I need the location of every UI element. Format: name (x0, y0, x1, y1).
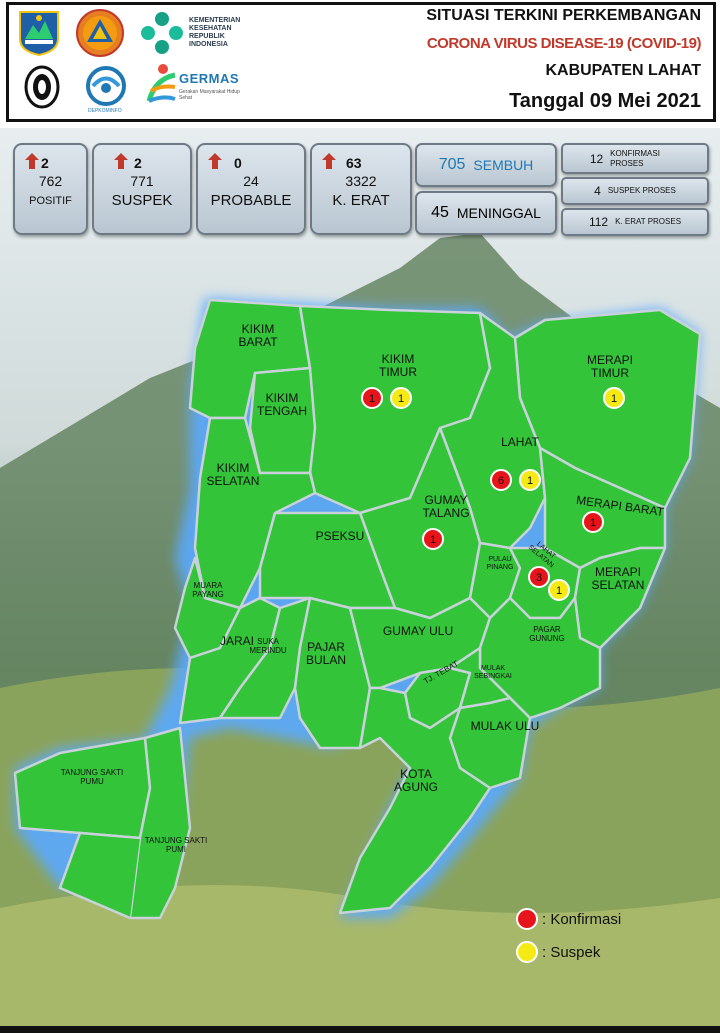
legend-suspek-dot (516, 941, 538, 963)
kontak-erat-proses-label: K. ERAT PROSES (615, 217, 682, 226)
region-merapi-selatan (573, 546, 667, 650)
label-tanjung-sakti-pumu: TANJUNG SAKTI PUMU (60, 768, 124, 786)
legend-konfirmasi-dot (516, 908, 538, 930)
legend-suspek-label: : Suspek (542, 943, 601, 961)
probable-total: 24 (243, 173, 259, 189)
arrow-up-icon (322, 153, 336, 169)
stat-positif: 2 762 POSITIF (13, 143, 88, 235)
sembuh-label: SEMBUH (473, 157, 534, 173)
label-pajar-bulan: PAJAR BULAN (305, 640, 346, 667)
label-pagar-gunung: PAGAR GUNUNG (529, 625, 565, 643)
legend-suspek: : Suspek (516, 941, 600, 963)
bottom-bar (0, 1026, 720, 1033)
suspek-total: 771 (130, 173, 154, 189)
report-header: KEMENTERIAN KESEHATAN REPUBLIK INDONESIA… (6, 2, 716, 122)
suspek-increase: 2 (134, 155, 142, 171)
stat-suspek: 2 771 SUSPEK (92, 143, 192, 235)
label-kikim-selatan: KIKIM SELATAN (206, 461, 260, 488)
suspek-proses-label: SUSPEK PROSES (607, 186, 676, 195)
germas-subtext: Gerakan Masyarakat Hidup Sehat (179, 89, 240, 101)
title-line-3: KABUPATEN LAHAT (545, 62, 701, 79)
konfirmasi-proses-value: 12 (589, 151, 604, 166)
label-gumay-talang: GUMAY TALANG (422, 493, 470, 520)
stat-konfirmasi-proses: 12 KONFIRMASI PROSES (561, 143, 709, 174)
positif-increase: 2 (41, 155, 49, 171)
sembuh-value: 705 (438, 156, 466, 173)
label-pseksu: PSEKSU (315, 529, 365, 543)
kontak-erat-proses-value: 112 (588, 215, 609, 229)
suspek-label: SUSPEK (111, 192, 173, 209)
stat-kontak-erat-proses: 112 K. ERAT PROSES (561, 208, 709, 236)
label-pulau-pinang: PULAU PINANG (486, 556, 514, 571)
probable-increase: 0 (234, 155, 242, 171)
map-area: 2 762 POSITIF 2 771 SUSPEK 0 24 PROBABLE… (0, 128, 720, 1028)
label-suka-merindu: SUKA MERINDU (249, 637, 287, 655)
kemenkes-logo (139, 11, 185, 55)
konfirmasi-proses-label: KONFIRMASI PROSES (610, 148, 660, 168)
label-tanjung-sakti-pumi: TANJUNG SAKTI PUMI (144, 836, 208, 854)
meninggal-label: MENINGGAL (456, 205, 541, 221)
positif-total: 762 (38, 173, 63, 189)
meninggal-value: 45 (431, 204, 449, 221)
stat-sembuh: 705 SEMBUH (415, 143, 557, 187)
label-merapi-selatan: MERAPI SELATAN (591, 565, 645, 592)
kontak-erat-label: K. ERAT (332, 192, 390, 209)
label-mulak-ulu: MULAK ULU (470, 719, 540, 733)
kemenkes-text: KEMENTERIAN KESEHATAN REPUBLIK INDONESIA (189, 17, 241, 48)
stat-kontak-erat: 63 3322 K. ERAT (310, 143, 412, 235)
label-kota-agung: KOTA AGUNG (393, 767, 438, 794)
pancasila-logo (23, 65, 61, 109)
arrow-up-icon (208, 153, 222, 169)
lahat-regency-logo (17, 9, 61, 57)
region-kikim-tengah (248, 366, 317, 475)
arrow-up-icon (25, 153, 39, 169)
label-kikim-tengah: KIKIM TENGAH (256, 391, 307, 418)
label-kikim-barat: KIKIM BARAT (238, 322, 278, 349)
suspek-proses-value: 4 (594, 184, 601, 198)
kominfo-text: DEPKOMINFO (88, 108, 122, 114)
region-tanjung-sakti-pumu (13, 736, 152, 840)
label-muara-payang: MUARA PAYANG (192, 581, 224, 599)
title-line-1: SITUASI TERKINI PERKEMBANGAN (426, 7, 701, 24)
stat-suspek-proses: 4 SUSPEK PROSES (561, 177, 709, 205)
arrow-up-icon (114, 153, 128, 169)
legend-konfirmasi-label: : Konfirmasi (542, 910, 622, 928)
label-mulak-sebingkai: MULAK SEBINGKAI (474, 665, 512, 680)
germas-text: GERMAS (179, 71, 240, 86)
germas-logo (145, 61, 179, 105)
title-line-2: CORONA VIRUS DISEASE-19 (COVID-19) (426, 35, 702, 52)
positif-label: POSITIF (29, 195, 72, 207)
label-merapi-timur: MERAPI TIMUR (586, 353, 633, 380)
label-gumay-ulu: GUMAY ULU (382, 624, 454, 638)
stat-meninggal: 45 MENINGGAL (415, 191, 557, 235)
label-lahat: LAHAT (501, 435, 539, 449)
probable-label: PROBABLE (210, 192, 292, 209)
legend-konfirmasi: : Konfirmasi (516, 908, 621, 930)
kontak-erat-total: 3322 (345, 173, 377, 189)
kominfo-logo (83, 65, 129, 107)
report-date: Tanggal 09 Mei 2021 (509, 90, 701, 112)
label-kikim-timur: KIKIM TIMUR (379, 352, 417, 379)
kontak-erat-increase: 63 (346, 155, 362, 171)
bnpb-logo (75, 8, 125, 58)
stat-probable: 0 24 PROBABLE (196, 143, 306, 235)
